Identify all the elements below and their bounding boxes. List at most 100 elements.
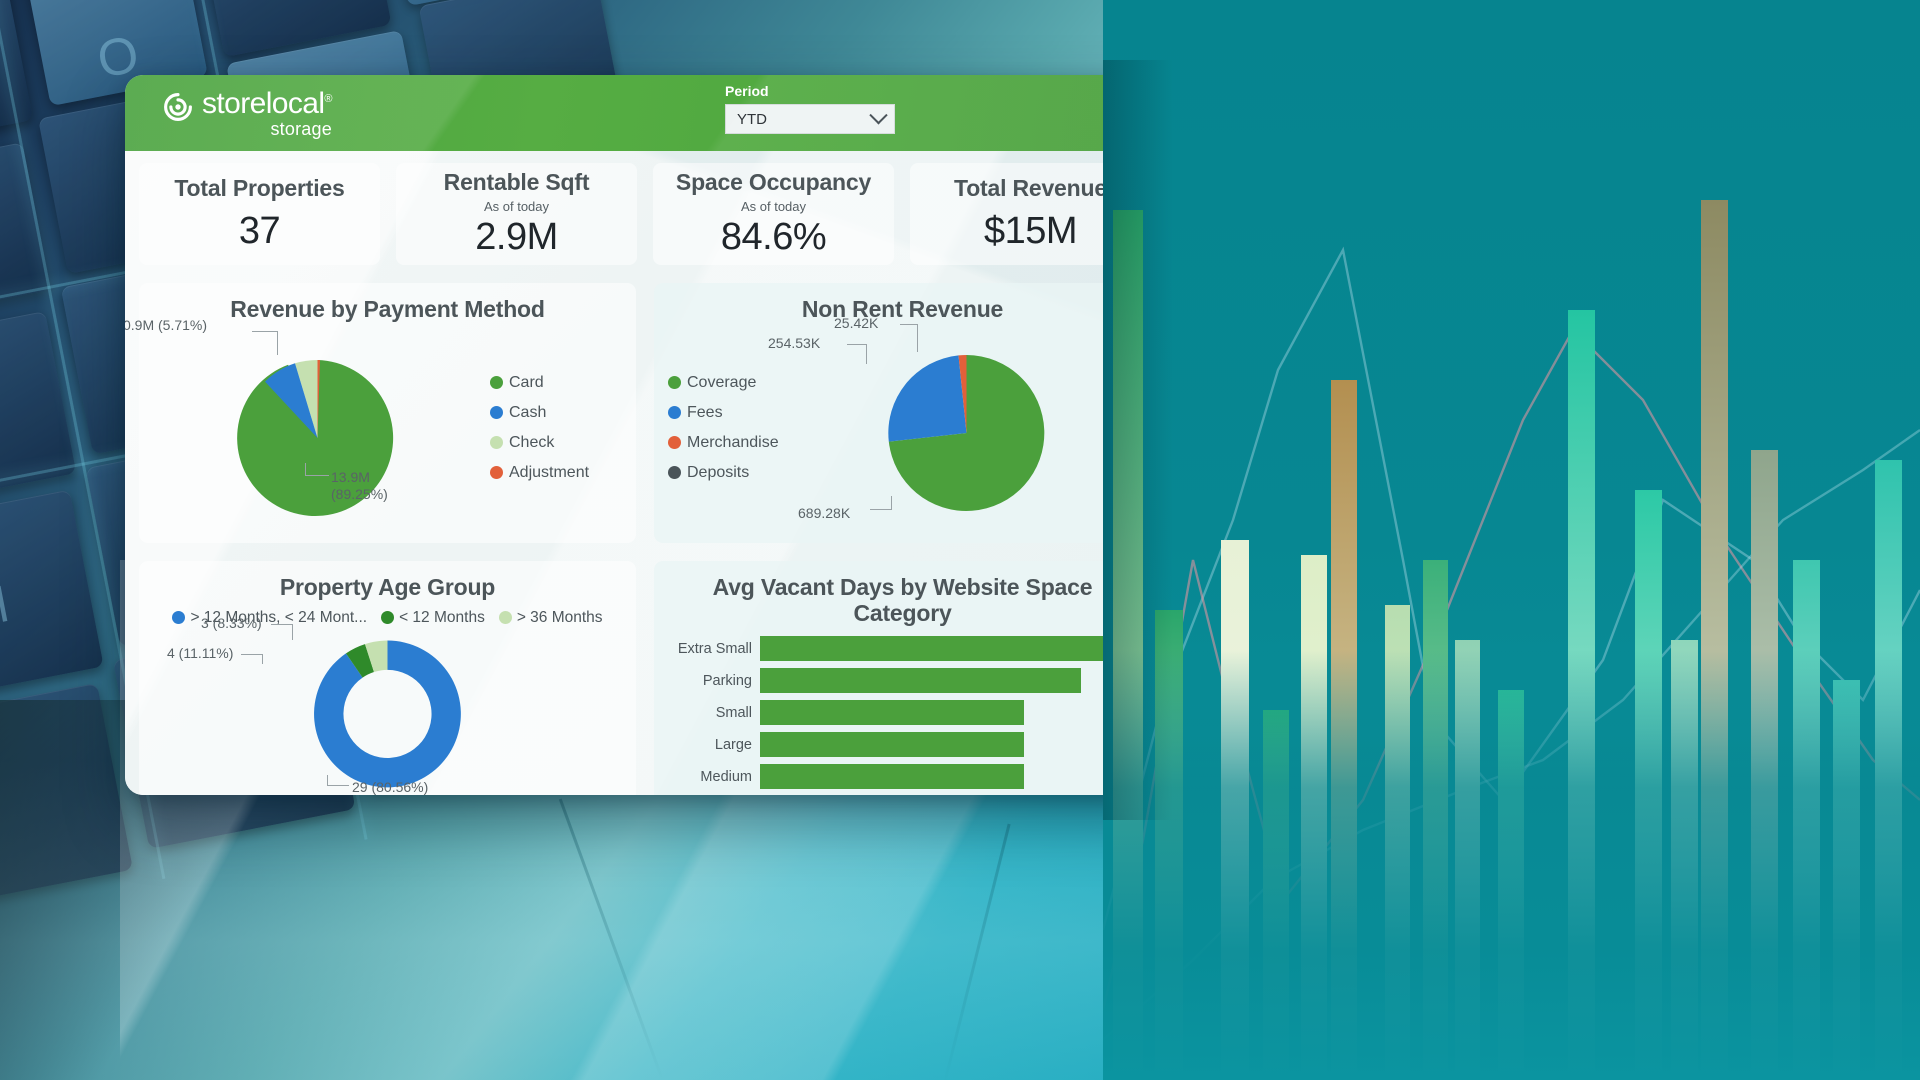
bar-category-label: Parking	[702, 672, 752, 689]
bar-row[interactable]: Medium 23	[666, 764, 1103, 790]
legend-item-under-12-months[interactable]: < 12 Months	[381, 609, 485, 627]
panel-title: Avg Vacant Days by Website Space Categor…	[712, 573, 1093, 626]
legend-item-check[interactable]: Check	[490, 434, 626, 452]
pie-callout-cash: 0.9M (5.71%)	[125, 316, 208, 333]
pie-callout-merchandise: 25.42K	[834, 314, 879, 331]
period-filter: Period YTD	[725, 83, 895, 134]
legend-item-adjustment[interactable]: Adjustment	[490, 464, 626, 482]
leader-line-12-24	[327, 784, 349, 786]
leader-line-cash-v	[277, 330, 278, 355]
panel-title: Property Age Group	[279, 573, 496, 600]
pie-chart-non-rent-revenue[interactable]: 25.42K 254.53K 689.28K	[768, 315, 1103, 533]
kpi-total-properties[interactable]: Total Properties 37	[139, 163, 380, 265]
kpi-rentable-sqft[interactable]: Rentable Sqft As of today 2.9M	[396, 163, 637, 265]
logo-wordmark: storelocal®	[202, 86, 332, 120]
legend-label: > 36 Months	[516, 608, 603, 626]
dashboard-drop-shadow	[1103, 60, 1173, 820]
leader-line-under-12	[241, 653, 263, 655]
background-photo-panel: O K M O V storelocal®	[0, 0, 1103, 1080]
period-label: Period	[725, 83, 769, 99]
legend-label: Cash	[509, 403, 547, 421]
donut-chart-property-age-group[interactable]: 3 (8.33%) 4 (11.11%) 29 (80.56%)	[149, 615, 626, 796]
legend-label: < 12 Months	[399, 608, 485, 626]
bar-category-label: Small	[715, 704, 752, 721]
leader-line-merchandise	[900, 323, 918, 325]
bar-row[interactable]: Extra Small 30	[666, 636, 1103, 662]
legend-label: Fees	[687, 403, 723, 421]
chart-grid: Revenue by Payment Method 0.9M (5.71%) 1…	[125, 265, 1103, 795]
leader-line-card-v	[305, 462, 306, 476]
legend-label: Card	[509, 373, 544, 391]
legend-label: Coverage	[687, 373, 757, 391]
legend-swatch-card	[490, 376, 503, 390]
leader-line-12-24-v	[327, 774, 328, 786]
storelocal-spiral-icon	[164, 92, 192, 121]
bar-row[interactable]: Small 23	[666, 700, 1103, 726]
legend-revenue-by-payment-method: Card Cash Check Adjustment	[486, 374, 626, 482]
panel-title: Revenue by Payment Method	[230, 296, 545, 322]
legend-swatch-deposits	[668, 466, 681, 480]
bar-row[interactable]: Parking 28	[666, 668, 1103, 694]
kpi-subtitle: As of today	[483, 199, 550, 214]
legend-item-merchandise[interactable]: Merchandise	[668, 434, 792, 452]
legend-swatch-check	[490, 436, 503, 450]
dashboard-body: Total Properties 37 Rentable Sqft As of …	[125, 151, 1103, 795]
leader-line-over-36	[271, 623, 293, 625]
donut-callout-12-24-months: 29 (80.56%)	[352, 778, 429, 795]
leader-line-cash	[252, 330, 278, 332]
bar-category-label: Large	[714, 736, 752, 753]
legend-swatch-under-12-months	[381, 611, 395, 624]
leader-line-over-36-v	[292, 623, 293, 640]
pie-callout-card-value: 13.9M	[331, 468, 370, 485]
kpi-title: Total Properties	[174, 175, 345, 201]
bar-row[interactable]: Large 23	[666, 732, 1103, 758]
donut-callout-under-12-months: 4 (11.11%)	[167, 644, 234, 661]
legend-item-card[interactable]: Card	[490, 374, 626, 392]
legend-swatch-merchandise	[668, 436, 681, 450]
kpi-title: Total Revenue	[954, 175, 1103, 201]
legend-non-rent-revenue: Coverage Fees Merchandise Deposits	[664, 374, 792, 482]
period-select[interactable]: YTD	[725, 104, 895, 134]
screenshot-root: O K M O V storelocal®	[0, 0, 1920, 1080]
legend-item-over-36-months[interactable]: > 36 Months	[498, 608, 603, 627]
leader-line-under-12-v	[262, 653, 263, 664]
panel-property-age-group: Property Age Group > 12 Months, < 24 Mon…	[139, 560, 636, 796]
logo-subtext: storage	[270, 118, 332, 139]
kpi-subtitle: As of today	[740, 199, 807, 214]
legend-swatch-12-24-months	[172, 611, 186, 624]
panel-non-rent-revenue: Non Rent Revenue Coverage Fees Merchandi…	[654, 283, 1103, 543]
decorative-chart-panel	[1103, 0, 1920, 1080]
legend-swatch-cash	[490, 406, 503, 420]
kpi-total-revenue[interactable]: Total Revenue $15M	[910, 163, 1103, 265]
chevron-down-icon	[869, 105, 888, 124]
leader-line-fees-v	[866, 343, 867, 364]
pie-chart-revenue-by-payment-method[interactable]: 0.9M (5.71%) 13.9M (89.25%)	[125, 317, 486, 533]
reflection-fade-overlay	[1103, 650, 1920, 1080]
bar-category-label: Medium	[700, 768, 752, 785]
kpi-space-occupancy[interactable]: Space Occupancy As of today 84.6%	[653, 163, 894, 265]
legend-item-coverage[interactable]: Coverage	[668, 374, 792, 392]
storelocal-logo: storelocal® storage	[163, 86, 332, 139]
panel-title: Non Rent Revenue	[801, 296, 1004, 322]
kpi-title: Space Occupancy	[675, 169, 872, 195]
donut-callout-over-36-months: 3 (8.33%)	[201, 614, 262, 631]
leader-line-merchandise-v	[917, 323, 918, 352]
legend-item-cash[interactable]: Cash	[490, 404, 626, 422]
kpi-row: Total Properties 37 Rentable Sqft As of …	[125, 151, 1103, 265]
panel-avg-vacant-days: Avg Vacant Days by Website Space Categor…	[654, 560, 1103, 795]
legend-item-fees[interactable]: Fees	[668, 404, 792, 422]
legend-label: Deposits	[687, 463, 750, 481]
bar-chart-avg-vacant-days[interactable]: Extra Small 30 Parking 28 Small	[664, 636, 1103, 795]
leader-line-card	[305, 474, 329, 476]
kpi-value: 84.6%	[720, 216, 827, 258]
bar-category-label: Extra Small	[677, 640, 752, 657]
dashboard-card: storelocal® storage Period YTD Total Pro…	[125, 75, 1103, 795]
legend-label: Merchandise	[687, 433, 779, 451]
legend-label: Check	[509, 433, 555, 451]
legend-item-deposits[interactable]: Deposits	[668, 464, 792, 482]
dashboard-header: storelocal® storage Period YTD	[125, 75, 1103, 151]
leader-line-fees	[847, 343, 867, 345]
kpi-value: 37	[238, 210, 281, 252]
panel-revenue-by-payment-method: Revenue by Payment Method 0.9M (5.71%) 1…	[125, 283, 636, 543]
kpi-title: Rentable Sqft	[443, 169, 590, 195]
